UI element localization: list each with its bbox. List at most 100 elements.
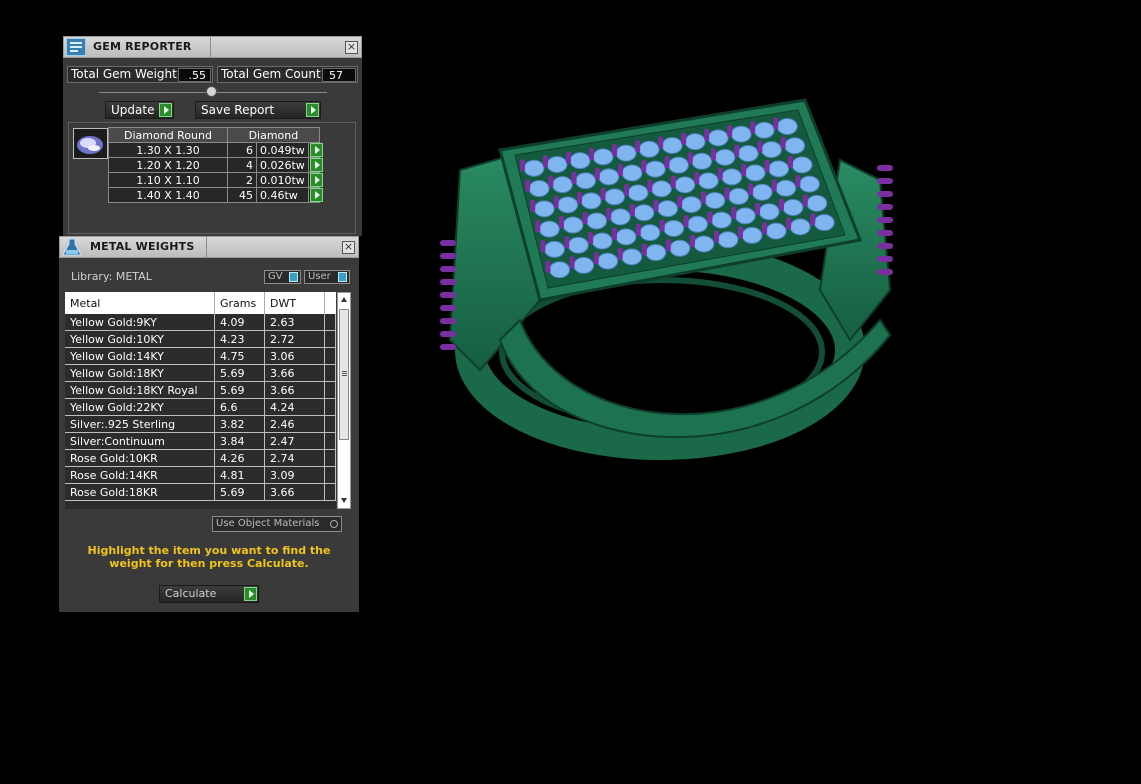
metal-list-scrollbar[interactable] bbox=[337, 292, 351, 509]
prong-icon bbox=[694, 171, 700, 184]
gem-icon bbox=[744, 164, 766, 182]
gem-row[interactable]: 1.30 X 1.30 6 0.049tw bbox=[108, 142, 323, 158]
prong-icon bbox=[543, 155, 549, 168]
metal-weights-title: METAL WEIGHTS bbox=[90, 240, 195, 253]
gem-icon bbox=[669, 239, 691, 257]
gem-icon bbox=[707, 129, 729, 147]
gem-icon bbox=[806, 194, 828, 212]
table-row[interactable]: Rose Gold:10KR 4.26 2.74 bbox=[65, 449, 336, 467]
prong-icon bbox=[786, 217, 792, 230]
prong-icon bbox=[618, 163, 624, 176]
total-gem-count-field[interactable]: 57 bbox=[322, 68, 356, 82]
metal-grams: 5.69 bbox=[214, 381, 265, 399]
gem-icon bbox=[569, 152, 591, 170]
prong-icon bbox=[440, 266, 456, 272]
diamond-round-thumbnail[interactable] bbox=[73, 128, 108, 159]
prong-icon bbox=[635, 140, 641, 153]
table-row[interactable]: Silver:.925 Sterling 3.82 2.46 bbox=[65, 415, 336, 433]
row-spare-cell bbox=[324, 466, 336, 484]
gem-icon bbox=[684, 133, 706, 151]
row-spare-cell bbox=[324, 449, 336, 467]
table-row[interactable]: Yellow Gold:10KY 4.23 2.72 bbox=[65, 330, 336, 348]
scroll-thumb[interactable] bbox=[339, 309, 349, 440]
play-arrow-icon bbox=[309, 158, 323, 172]
close-icon[interactable]: × bbox=[342, 241, 355, 254]
gem-icon bbox=[768, 160, 790, 178]
metal-dwt: 3.06 bbox=[264, 347, 325, 365]
prong-icon bbox=[653, 199, 659, 212]
user-toggle-label: User bbox=[308, 271, 331, 282]
prong-icon bbox=[664, 156, 670, 169]
update-button-label: Update bbox=[111, 103, 155, 117]
metal-weights-titlebar[interactable]: METAL WEIGHTS × bbox=[59, 236, 359, 258]
metal-column-header[interactable]: Metal bbox=[65, 292, 215, 314]
gem-icon bbox=[538, 220, 560, 238]
gem-select-button[interactable] bbox=[307, 172, 323, 188]
prong-icon bbox=[545, 260, 551, 273]
calculate-button[interactable]: Calculate bbox=[159, 585, 259, 603]
title-separator bbox=[210, 37, 211, 57]
scroll-down-icon[interactable] bbox=[341, 498, 347, 503]
gem-icon bbox=[813, 214, 835, 232]
table-row[interactable]: Rose Gold:18KR 5.69 3.66 bbox=[65, 483, 336, 501]
gem-select-button[interactable] bbox=[307, 142, 323, 158]
prong-icon bbox=[665, 239, 671, 252]
prong-icon bbox=[748, 183, 754, 196]
gem-size: 1.10 X 1.10 bbox=[108, 172, 228, 188]
prong-icon bbox=[440, 305, 456, 311]
metal-grams: 4.23 bbox=[214, 330, 265, 348]
gem-icon bbox=[760, 141, 782, 159]
gem-icon bbox=[791, 156, 813, 174]
prong-icon bbox=[606, 207, 612, 220]
table-row[interactable]: Yellow Gold:18KY 5.69 3.66 bbox=[65, 364, 336, 382]
gem-count: 4 bbox=[227, 157, 257, 173]
slider-handle[interactable] bbox=[206, 86, 217, 97]
gem-icon bbox=[609, 208, 631, 226]
gem-select-button[interactable] bbox=[307, 187, 323, 203]
metal-name: Yellow Gold:18KY Royal bbox=[65, 381, 215, 399]
gem-reporter-titlebar[interactable]: GEM REPORTER × bbox=[63, 36, 362, 58]
table-row[interactable]: Silver:Continuum 3.84 2.47 bbox=[65, 432, 336, 450]
metal-name: Yellow Gold:9KY bbox=[65, 314, 215, 331]
gem-select-button[interactable] bbox=[307, 157, 323, 173]
gv-toggle[interactable]: GV bbox=[264, 270, 301, 284]
save-report-button[interactable]: Save Report bbox=[195, 101, 321, 119]
total-gem-weight-field[interactable]: .55 bbox=[178, 68, 211, 82]
gem-icon bbox=[789, 218, 811, 236]
gem-icon bbox=[557, 196, 579, 214]
metal-name: Yellow Gold:10KY bbox=[65, 330, 215, 348]
table-row[interactable]: Yellow Gold:9KY 4.09 2.63 bbox=[65, 314, 336, 331]
metal-name: Yellow Gold:18KY bbox=[65, 364, 215, 382]
gem-row[interactable]: 1.40 X 1.40 45 0.46tw bbox=[108, 187, 323, 203]
gem-row[interactable]: 1.20 X 1.20 4 0.026tw bbox=[108, 157, 323, 173]
prong-icon bbox=[717, 167, 723, 180]
metal-name: Yellow Gold:14KY bbox=[65, 347, 215, 365]
table-row[interactable]: Yellow Gold:22KY 6.6 4.24 bbox=[65, 398, 336, 416]
table-row[interactable]: Yellow Gold:18KY Royal 5.69 3.66 bbox=[65, 381, 336, 399]
gem-icon bbox=[784, 137, 806, 155]
table-row[interactable]: Rose Gold:14KR 4.81 3.09 bbox=[65, 466, 336, 484]
gem-reporter-title: GEM REPORTER bbox=[93, 40, 192, 53]
close-icon[interactable]: × bbox=[345, 41, 358, 54]
dwt-column-header[interactable]: DWT bbox=[264, 292, 325, 314]
table-row[interactable]: Yellow Gold:14KY 4.75 3.06 bbox=[65, 347, 336, 365]
prong-icon bbox=[757, 140, 763, 153]
gem-icon bbox=[562, 216, 584, 234]
scroll-up-icon[interactable] bbox=[341, 297, 347, 302]
metal-name: Silver:Continuum bbox=[65, 432, 215, 450]
gem-icon bbox=[687, 215, 709, 233]
gem-icon bbox=[741, 226, 763, 244]
gem-material-header: Diamond bbox=[227, 127, 320, 143]
use-object-materials-toggle[interactable]: Use Object Materials bbox=[212, 516, 342, 532]
grams-column-header[interactable]: Grams bbox=[214, 292, 265, 314]
gem-icon bbox=[573, 256, 595, 274]
play-arrow-icon bbox=[309, 143, 323, 157]
ring-3d-viewport[interactable] bbox=[420, 90, 920, 470]
flask-icon bbox=[61, 237, 83, 257]
user-toggle[interactable]: User bbox=[304, 270, 350, 284]
gem-row[interactable]: 1.10 X 1.10 2 0.010tw bbox=[108, 172, 323, 188]
metal-list[interactable]: Metal Grams DWT Yellow Gold:9KY 4.09 2.63 … bbox=[65, 292, 336, 509]
metal-dwt: 2.47 bbox=[264, 432, 325, 450]
update-button[interactable]: Update bbox=[105, 101, 174, 119]
prong-icon bbox=[687, 152, 693, 165]
